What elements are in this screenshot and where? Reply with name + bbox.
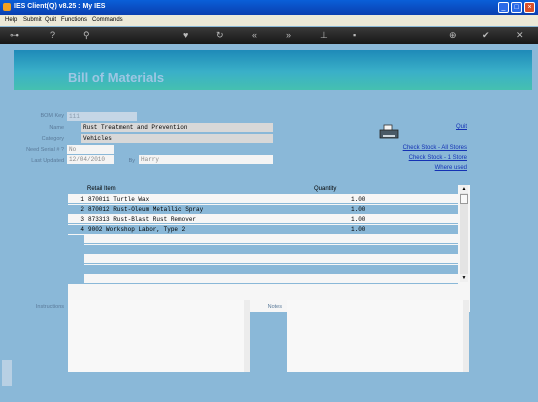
table-row[interactable]: 2 870012 Rust-Oleum Metallic Spray 1.00 (68, 205, 458, 214)
menu-submit[interactable]: Submit (23, 17, 42, 23)
row-item[interactable]: 870011 Turtle Wax (88, 196, 149, 203)
printer-icon[interactable] (379, 124, 399, 140)
row-number: 4 (80, 226, 84, 233)
key-icon[interactable]: ⊶ (10, 30, 19, 40)
check-stock-all-link[interactable]: Check Stock - All Stores (370, 145, 467, 151)
bom-items-grid[interactable]: Retail Item Quantity 1 870011 Turtle Wax… (68, 185, 470, 312)
row-qty[interactable]: 1.00 (351, 216, 365, 223)
row-number: 3 (80, 216, 84, 223)
need-serial-label: Need Serial # ? (26, 147, 64, 153)
side-panel-tab[interactable] (2, 360, 12, 386)
note-icon[interactable]: ▪ (353, 30, 356, 40)
scroll-down-icon[interactable]: ▼ (460, 274, 468, 282)
category-field[interactable]: Vehicles (81, 134, 273, 143)
row-qty[interactable]: 1.00 (351, 226, 365, 233)
menu-quit[interactable]: Quit (45, 17, 56, 23)
notes-textarea[interactable] (287, 300, 469, 372)
menu-help[interactable]: Help (5, 17, 17, 23)
row-qty[interactable]: 1.00 (351, 196, 365, 203)
menu-bar: Help Submit Quit Functions Commands (0, 15, 538, 26)
menu-commands[interactable]: Commands (92, 17, 123, 23)
history-icon[interactable]: ↻ (216, 30, 224, 40)
grid-scrollbar[interactable]: ▲ ▼ (460, 185, 468, 282)
empty-row[interactable] (84, 245, 458, 254)
notes-scrollbar[interactable] (463, 300, 469, 372)
row-gutter (68, 235, 84, 284)
by-label: By (128, 158, 135, 164)
empty-row[interactable] (84, 255, 458, 264)
row-number: 2 (80, 206, 84, 213)
row-qty[interactable]: 1.00 (351, 206, 365, 213)
where-used-link[interactable]: Where used (370, 165, 467, 171)
row-number: 1 (80, 196, 84, 203)
empty-row[interactable] (84, 275, 458, 284)
table-row[interactable]: 4 9002 Workshop Labor, Type 2 1.00 (68, 225, 458, 234)
scroll-thumb[interactable] (460, 194, 468, 204)
check-stock-one-link[interactable]: Check Stock - 1 Store (370, 155, 467, 161)
bom-key-field[interactable]: 111 (67, 112, 137, 121)
toolbar: ⊶ ? ⚲ ♥ ↻ « » ⊥ ▪ ⊕ ✔ ✕ (0, 27, 538, 44)
menu-functions[interactable]: Functions (61, 17, 87, 23)
empty-row[interactable] (84, 265, 458, 274)
close-window-icon[interactable]: × (524, 2, 535, 13)
col-quantity[interactable]: Quantity (314, 186, 336, 192)
confirm-icon[interactable]: ✔ (482, 30, 490, 40)
by-field[interactable]: Harry (139, 155, 273, 164)
col-retail-item[interactable]: Retail Item (87, 186, 116, 192)
add-icon[interactable]: ⊕ (449, 30, 457, 40)
row-item[interactable]: 870012 Rust-Oleum Metallic Spray (88, 206, 203, 213)
row-item[interactable]: 873313 Rust-Blast Rust Remover (88, 216, 196, 223)
close-icon[interactable]: ✕ (516, 30, 524, 40)
title-bar: IES Client(Q) v8.25 : My IES _ □ × (0, 0, 538, 15)
last-updated-label: Last Updated (31, 158, 64, 164)
window-title: IES Client(Q) v8.25 : My IES (14, 3, 106, 10)
rewind-icon[interactable]: « (252, 30, 257, 40)
maximize-icon[interactable]: □ (511, 2, 522, 13)
instructions-scrollbar[interactable] (244, 300, 250, 372)
search-icon[interactable]: ⚲ (83, 30, 90, 40)
scroll-up-icon[interactable]: ▲ (460, 185, 468, 193)
fast-forward-icon[interactable]: » (286, 30, 291, 40)
quit-link[interactable]: Quit (420, 124, 467, 130)
need-serial-field[interactable]: No (67, 145, 114, 154)
heart-icon[interactable]: ♥ (183, 30, 188, 40)
minimize-icon[interactable]: _ (498, 2, 509, 13)
row-item[interactable]: 9002 Workshop Labor, Type 2 (88, 226, 185, 233)
name-label: Name (49, 125, 64, 131)
app-icon (3, 3, 11, 11)
name-field[interactable]: Rust Treatment and Prevention (81, 123, 273, 132)
empty-row[interactable] (84, 235, 458, 244)
grid-header: Retail Item Quantity (68, 185, 458, 194)
page-title: Bill of Materials (68, 70, 165, 85)
instructions-textarea[interactable] (68, 300, 250, 372)
category-label: Category (41, 136, 64, 142)
pin-icon[interactable]: ⊥ (320, 30, 328, 40)
table-row[interactable]: 3 873313 Rust-Blast Rust Remover 1.00 (68, 215, 458, 224)
help-icon[interactable]: ? (50, 30, 55, 40)
bom-key-label: BOM Key (40, 113, 64, 119)
instructions-label: Instructions (35, 304, 64, 310)
table-row[interactable]: 1 870011 Turtle Wax 1.00 (68, 195, 458, 204)
notes-label: Notes (267, 304, 282, 310)
page-header: Bill of Materials (14, 50, 532, 90)
